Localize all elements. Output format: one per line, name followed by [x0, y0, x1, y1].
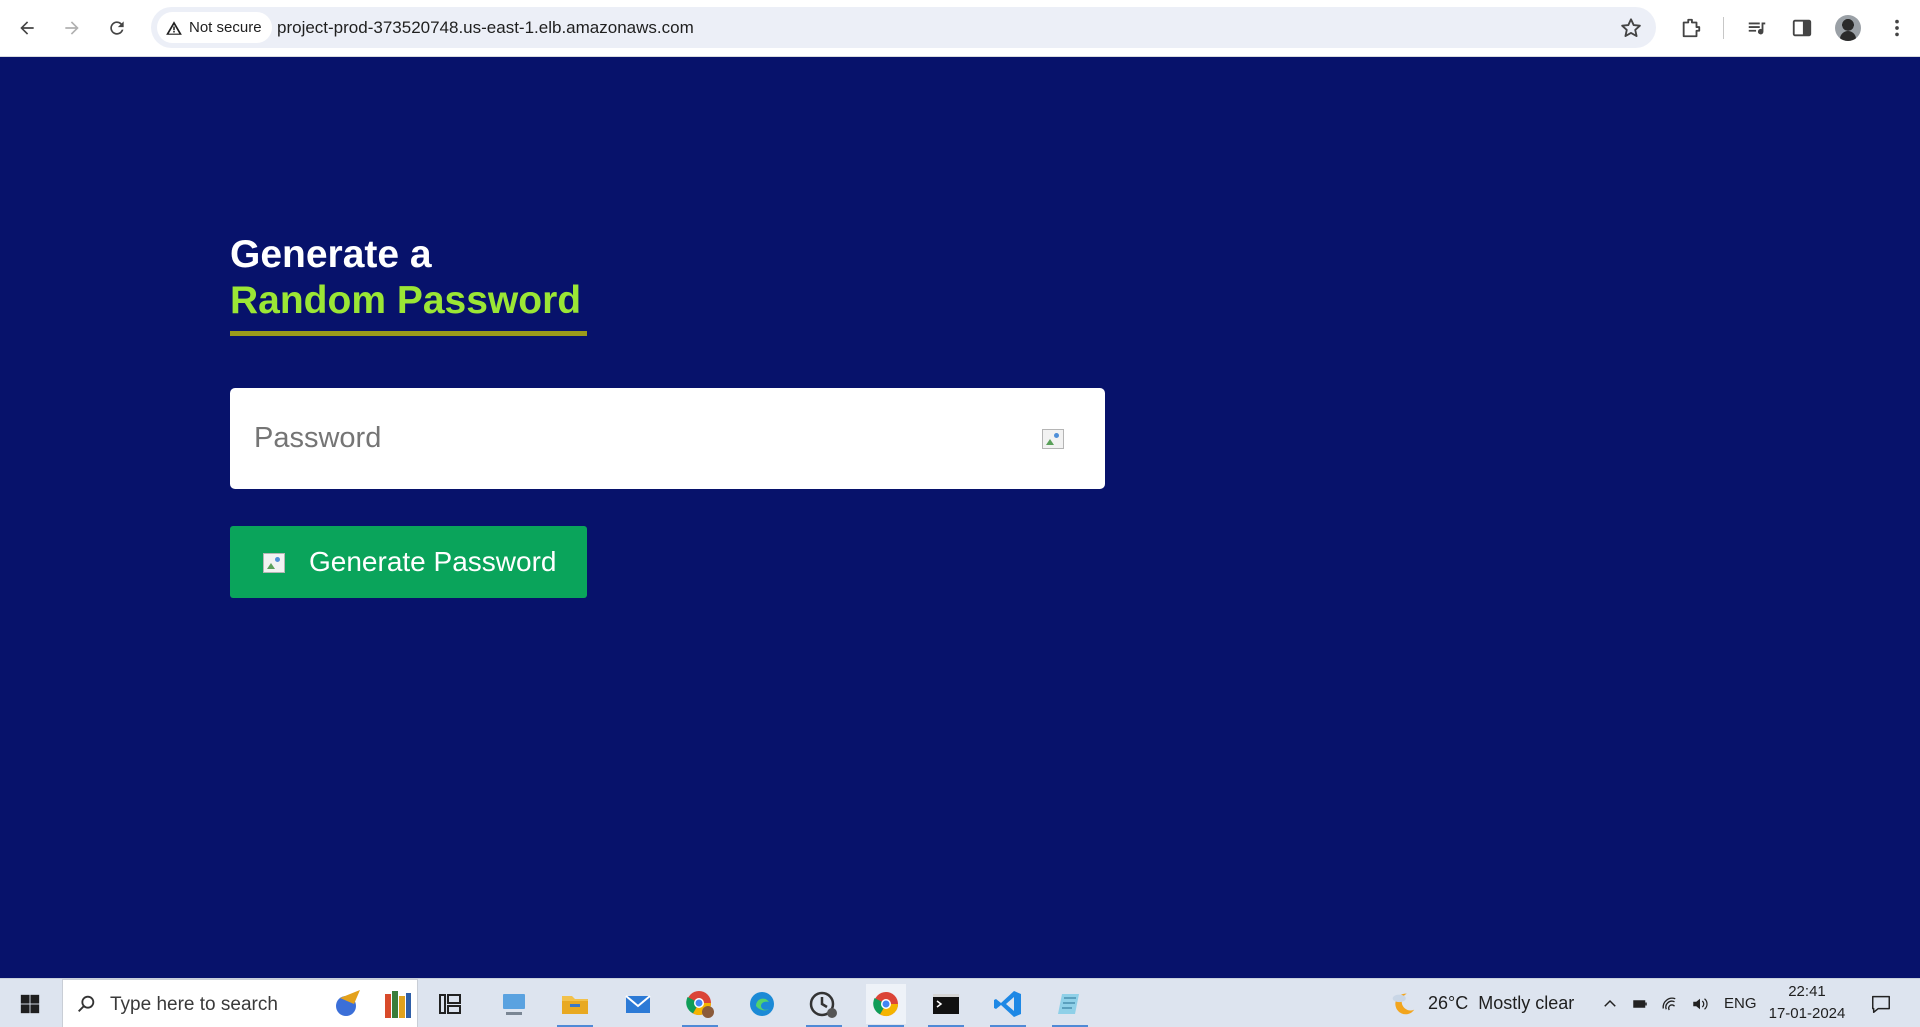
bookmark-button[interactable] — [1618, 15, 1644, 41]
mail-icon — [625, 995, 651, 1013]
security-chip[interactable]: Not secure — [157, 12, 272, 43]
start-button[interactable] — [0, 979, 60, 1027]
back-button[interactable] — [9, 10, 45, 46]
chevron-up-icon — [1604, 999, 1616, 1007]
terminal-icon — [933, 994, 959, 1014]
speaker-icon — [1693, 998, 1708, 1010]
weather-text[interactable]: 26°C Mostly clear — [1428, 993, 1574, 1014]
task-view-icon — [439, 994, 461, 1014]
toolbar-separator — [1723, 17, 1724, 39]
mail-button[interactable] — [618, 984, 658, 1024]
chrome-button[interactable] — [866, 984, 906, 1027]
password-box — [230, 388, 1105, 489]
globe-pen-icon — [336, 990, 360, 1016]
edge-button[interactable] — [742, 984, 782, 1024]
back-icon — [20, 21, 34, 35]
this-pc-button[interactable] — [494, 984, 534, 1024]
chrome-profile-icon — [686, 991, 714, 1018]
search-placeholder: Type here to search — [110, 994, 278, 1015]
page-content — [0, 57, 1920, 978]
weather-widget[interactable] — [1386, 987, 1420, 1021]
security-label: Not secure — [189, 19, 262, 36]
clock-date: 17-01-2024 — [1768, 1005, 1846, 1022]
side-panel-icon — [1792, 19, 1812, 37]
weather-desc: Mostly clear — [1478, 993, 1575, 1013]
edge-icon — [750, 992, 774, 1016]
warning-icon — [166, 20, 182, 35]
chrome-profile-button[interactable] — [680, 984, 720, 1027]
notepad-icon — [1058, 994, 1079, 1014]
volume-button[interactable] — [1688, 992, 1712, 1016]
generate-password-button[interactable]: Generate Password — [230, 526, 587, 598]
url-text[interactable]: project-prod-373520748.us-east-1.elb.ama… — [277, 18, 694, 38]
generate-icon — [263, 553, 285, 573]
clock-time: 22:41 — [1788, 983, 1826, 1000]
wifi-icon — [1662, 997, 1676, 1011]
task-view-button[interactable] — [430, 984, 470, 1024]
battery-icon — [1633, 1000, 1647, 1008]
address-bar[interactable]: Not secure project-prod-373520748.us-eas… — [151, 7, 1656, 48]
network-button[interactable] — [1658, 992, 1682, 1016]
notifications-button[interactable] — [1868, 991, 1894, 1017]
menu-button[interactable] — [1883, 14, 1911, 42]
chrome-icon — [873, 992, 898, 1017]
generate-button-label: Generate Password — [309, 546, 557, 577]
media-controls-icon — [1748, 22, 1766, 35]
weather-temp: 26°C — [1428, 993, 1469, 1013]
alarm-clock-icon — [809, 991, 837, 1018]
forward-button[interactable] — [54, 10, 90, 46]
notification-icon — [1872, 995, 1890, 1013]
extensions-button[interactable] — [1677, 14, 1705, 42]
media-controls-button[interactable] — [1743, 14, 1771, 42]
vscode-icon — [994, 991, 1021, 1017]
language-indicator[interactable]: ENG — [1724, 995, 1757, 1012]
battery-button[interactable] — [1628, 992, 1652, 1016]
show-hidden-icons-button[interactable] — [1598, 992, 1622, 1016]
page-heading: Generate a Random Password — [230, 232, 581, 324]
forward-icon — [65, 21, 79, 35]
books-icon — [385, 991, 411, 1018]
books-highlight-icon[interactable] — [378, 984, 418, 1024]
heading-line-2: Random Password — [230, 279, 582, 322]
heading-underline — [230, 331, 587, 336]
clock-app-button[interactable] — [804, 984, 844, 1027]
file-explorer-button[interactable] — [555, 984, 595, 1027]
terminal-button[interactable] — [926, 984, 966, 1027]
menu-icon — [1895, 19, 1899, 37]
reload-icon — [110, 21, 124, 35]
search-highlight-icon[interactable] — [328, 984, 368, 1024]
folder-icon — [562, 996, 588, 1014]
side-panel-button[interactable] — [1788, 14, 1816, 42]
browser-toolbar: Not secure project-prod-373520748.us-eas… — [0, 0, 1920, 57]
extensions-icon — [1682, 18, 1701, 38]
notepad-button[interactable] — [1050, 984, 1090, 1027]
vscode-button[interactable] — [988, 984, 1028, 1027]
heading-line-1: Generate a — [230, 233, 432, 276]
search-icon — [78, 995, 95, 1012]
copy-icon[interactable] — [1042, 429, 1064, 449]
windows-icon — [20, 994, 40, 1013]
reload-button[interactable] — [99, 10, 135, 46]
profile-avatar[interactable] — [1835, 15, 1861, 41]
computer-icon — [503, 994, 525, 1015]
moon-cloud-icon — [1392, 993, 1415, 1015]
taskbar: Type here to search 26°C Mostly clear EN… — [0, 978, 1920, 1027]
password-field[interactable] — [254, 414, 1014, 462]
star-icon — [1621, 18, 1641, 37]
